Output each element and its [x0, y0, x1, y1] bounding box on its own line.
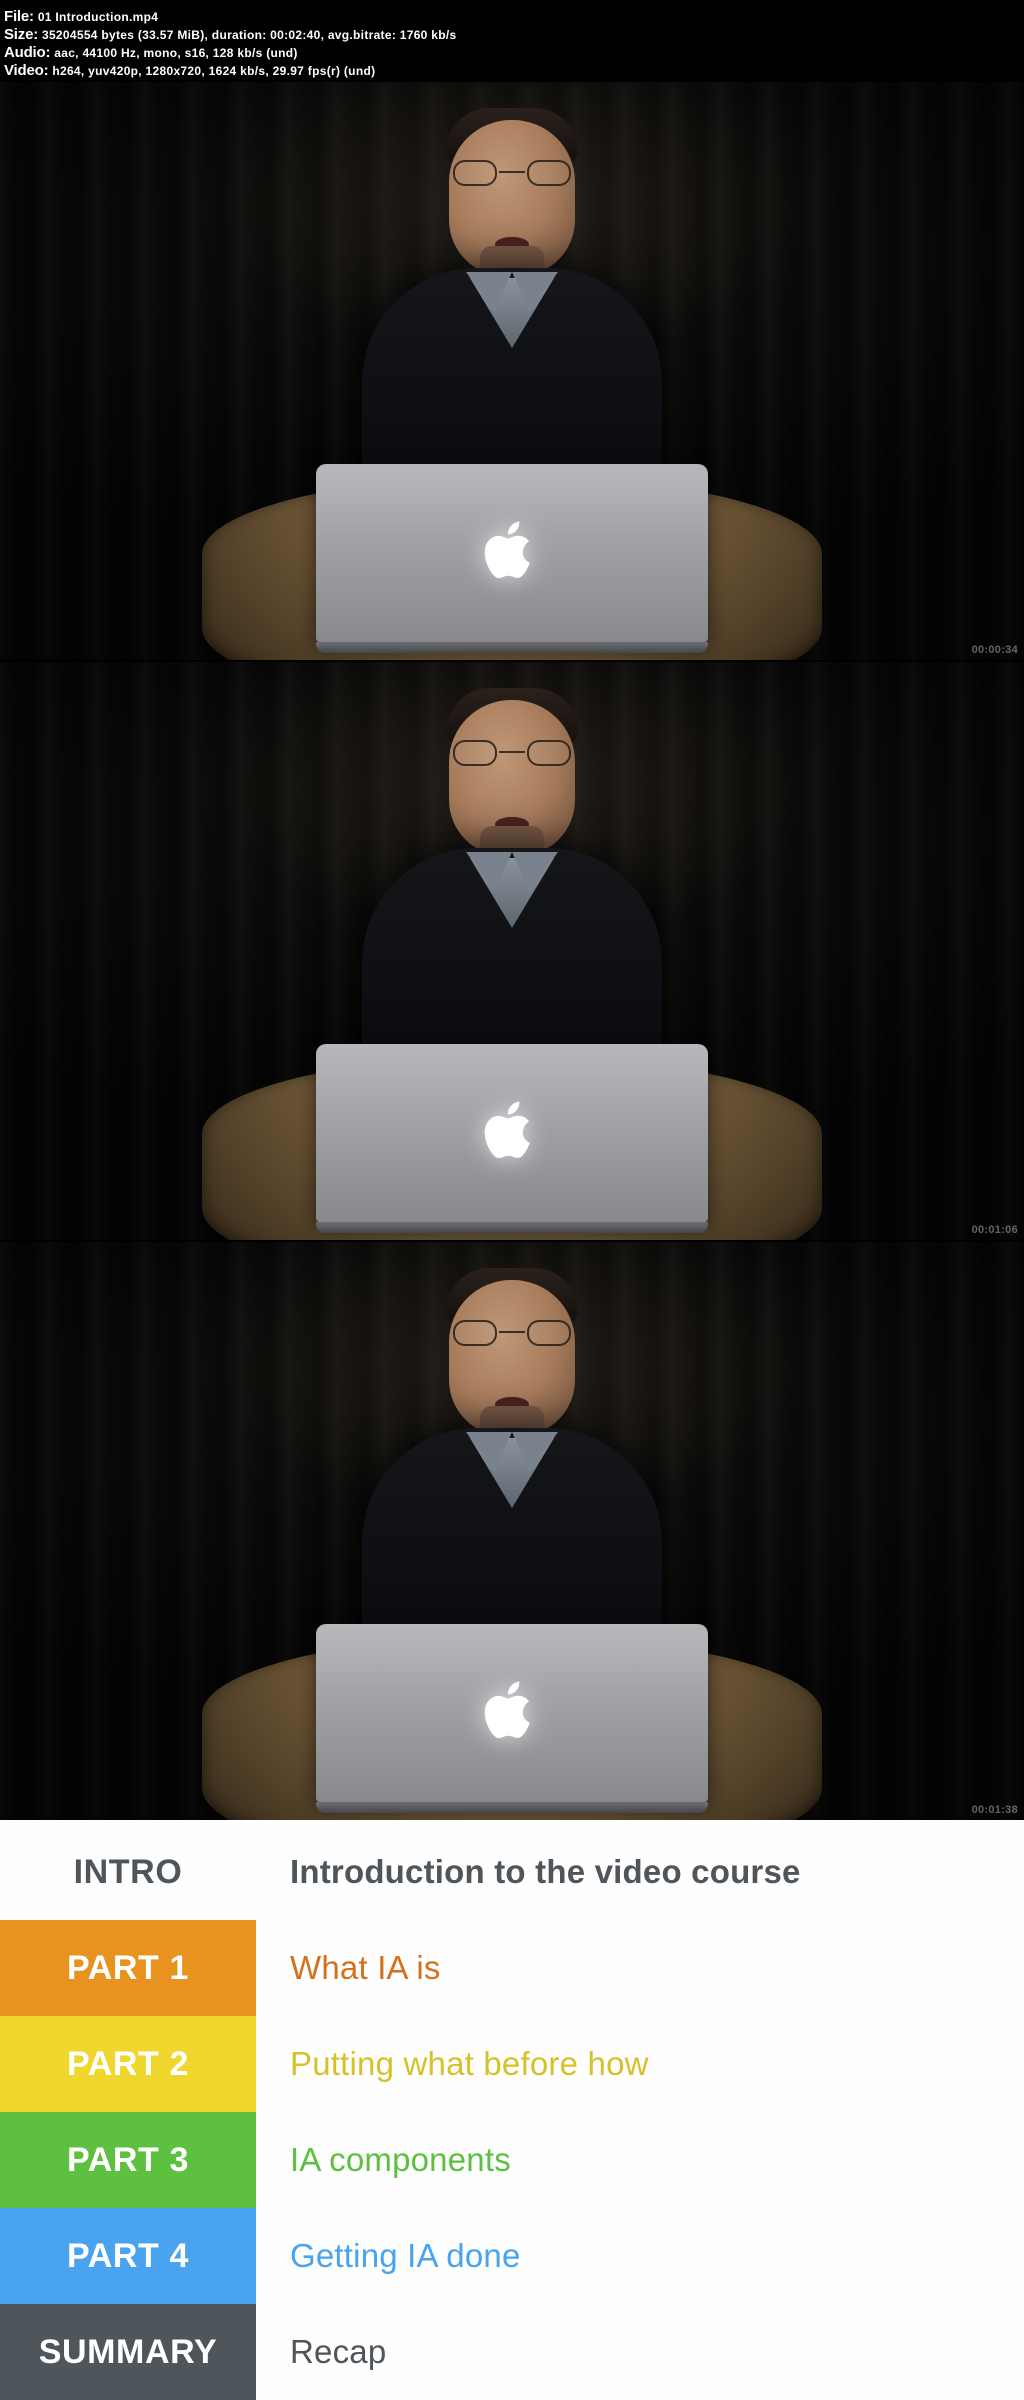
metadata-audio-label: Audio:: [4, 44, 51, 61]
metadata-line-audio: Audio: aac, 44100 Hz, mono, s16, 128 kb/…: [4, 44, 1020, 62]
chapter-title: Introduction to the video course: [290, 1853, 801, 1890]
chapter-title: What IA is: [290, 1949, 441, 1986]
laptop: [316, 1624, 708, 1813]
metadata-audio-value: aac, 44100 Hz, mono, s16, 128 kb/s (und): [54, 46, 298, 60]
chapter-label-chip: PART 1: [0, 1920, 256, 2016]
glasses-lens-right: [527, 740, 571, 766]
course-chapter-list: INTRO Introduction to the video course PAR…: [0, 1820, 1024, 2400]
glasses-lens-right: [527, 160, 571, 186]
chapter-title: Putting what before how: [290, 2045, 649, 2082]
metadata-line-size: Size: 35204554 bytes (33.57 MiB), durati…: [4, 26, 1020, 44]
glasses-icon: [451, 1320, 573, 1346]
apple-logo-icon: [484, 1101, 530, 1159]
metadata-line-video: Video: h264, yuv420p, 1280x720, 1624 kb/…: [4, 62, 1020, 80]
glasses-bridge: [499, 171, 525, 173]
chapter-label-chip: INTRO: [73, 1852, 183, 1891]
chapter-row[interactable]: SUMMARY Recap: [0, 2304, 1024, 2400]
chapter-label-chip: PART 3: [0, 2112, 256, 2208]
video-thumbnail[interactable]: 00:00:34: [0, 82, 1024, 660]
thumbnail-timestamp: 00:00:34: [971, 644, 1018, 656]
laptop: [316, 1044, 708, 1233]
metadata-size-value: 35204554 bytes (33.57 MiB), duration: 00…: [41, 28, 457, 42]
video-thumbnail[interactable]: 00:01:38: [0, 1242, 1024, 1820]
video-metadata-header: File: 01 Introduction.mp4 Size: 35204554…: [0, 0, 1024, 97]
chapter-title: Recap: [290, 2333, 387, 2370]
video-thumbnail[interactable]: 00:01:06: [0, 662, 1024, 1240]
glasses-lens-left: [453, 1320, 497, 1346]
chapter-label-chip: SUMMARY: [0, 2304, 256, 2400]
chapter-row[interactable]: INTRO Introduction to the video course: [0, 1824, 1024, 1920]
glasses-icon: [451, 160, 573, 186]
thumbnail-grid: 00:00:34 00:01:06 00:01:38: [0, 82, 1024, 1820]
chapter-title: IA components: [290, 2141, 511, 2178]
glasses-bridge: [499, 751, 525, 753]
metadata-line-file: File: 01 Introduction.mp4: [4, 8, 1020, 26]
metadata-video-value: h264, yuv420p, 1280x720, 1624 kb/s, 29.9…: [52, 64, 376, 78]
glasses-icon: [451, 740, 573, 766]
apple-logo-icon: [484, 1681, 530, 1739]
metadata-video-label: Video:: [4, 62, 49, 79]
glasses-bridge: [499, 1331, 525, 1333]
chapter-label-chip: PART 4: [0, 2208, 256, 2304]
metadata-file-label: File:: [4, 8, 34, 25]
thumbnail-timestamp: 00:01:06: [971, 1224, 1018, 1236]
glasses-lens-left: [453, 740, 497, 766]
glasses-lens-right: [527, 1320, 571, 1346]
chapter-row[interactable]: PART 3 IA components: [0, 2112, 1024, 2208]
chapter-row[interactable]: PART 4 Getting IA done: [0, 2208, 1024, 2304]
laptop: [316, 464, 708, 653]
thumbnail-timestamp: 00:01:38: [971, 1804, 1018, 1816]
chapter-row[interactable]: PART 1 What IA is: [0, 1920, 1024, 2016]
apple-logo-icon: [484, 521, 530, 579]
metadata-size-label: Size:: [4, 26, 39, 43]
chapter-row[interactable]: PART 2 Putting what before how: [0, 2016, 1024, 2112]
glasses-lens-left: [453, 160, 497, 186]
metadata-file-value: 01 Introduction.mp4: [37, 10, 159, 24]
chapter-title: Getting IA done: [290, 2237, 521, 2274]
chapter-label-chip: PART 2: [0, 2016, 256, 2112]
